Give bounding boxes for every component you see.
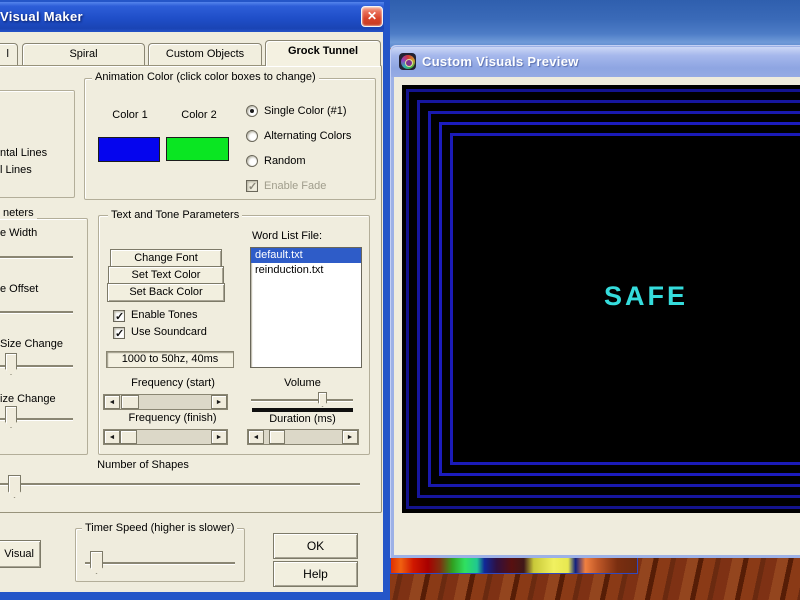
enable-tones-label: Enable Tones	[131, 309, 198, 321]
line-width-slider[interactable]	[0, 256, 73, 258]
enable-fade-checkbox	[246, 180, 258, 193]
radio-random-label: Random	[264, 155, 306, 167]
parameters-group-title: neters	[0, 207, 37, 219]
frequency-finish-thumb[interactable]	[120, 430, 137, 444]
frequency-finish-scrollbar[interactable]: ◄ ►	[103, 429, 228, 445]
scroll-left-icon[interactable]: ◄	[104, 430, 120, 444]
close-icon: ✕	[366, 9, 378, 23]
dialog-titlebar[interactable]: Visual Maker	[0, 2, 384, 32]
duration-scrollbar[interactable]: ◄ ►	[247, 429, 359, 445]
frequency-start-thumb[interactable]	[121, 395, 139, 409]
size-change2-label: ize Change	[0, 393, 56, 405]
flashed-word: SAFE	[604, 281, 689, 311]
ok-button[interactable]: OK	[273, 533, 358, 559]
duration-label: Duration (ms)	[269, 413, 336, 425]
tab-spiral[interactable]: Spiral	[22, 43, 145, 65]
frequency-start-label: Frequency (start)	[131, 377, 215, 389]
frequency-finish-label: Frequency (finish)	[128, 412, 217, 424]
visual-button[interactable]: Visual	[0, 540, 41, 568]
animation-color-group-title: Animation Color (click color boxes to ch…	[92, 71, 319, 83]
lines-groupbox	[0, 90, 75, 198]
close-button[interactable]: ✕	[361, 6, 383, 27]
number-of-shapes-label: Number of Shapes	[97, 459, 189, 471]
tab-custom-objects[interactable]: Custom Objects	[148, 43, 262, 65]
frequency-start-scrollbar[interactable]: ◄ ►	[103, 394, 228, 410]
rainbow-strip	[390, 557, 638, 574]
enable-fade-label: Enable Fade	[264, 180, 327, 192]
radio-random[interactable]	[246, 155, 258, 167]
tab-grock-tunnel[interactable]: Grock Tunnel	[265, 40, 381, 66]
color1-label: Color 1	[112, 109, 148, 121]
tab-cutoff[interactable]: l	[0, 43, 18, 65]
radio-single-color[interactable]	[246, 105, 258, 117]
help-button[interactable]: Help	[273, 561, 358, 587]
color2-swatch[interactable]	[166, 137, 229, 161]
timer-speed-slider[interactable]	[85, 562, 235, 564]
tone-summary-display: 1000 to 50hz, 40ms	[106, 351, 234, 368]
line-width-label: e Width	[0, 227, 38, 239]
line-offset-label: e Offset	[0, 283, 39, 295]
volume-label: Volume	[284, 377, 321, 389]
preview-canvas: SAFE	[402, 85, 800, 513]
list-item-default[interactable]: default.txt	[251, 248, 361, 263]
word-list-file-label: Word List File:	[252, 230, 323, 242]
scroll-right-icon[interactable]: ►	[211, 395, 227, 409]
dialog-title: Visual Maker	[0, 9, 83, 24]
use-soundcard-checkbox[interactable]	[113, 327, 125, 340]
list-item-reinduction[interactable]: reinduction.txt	[251, 263, 361, 278]
spiral-icon	[399, 53, 416, 70]
preview-titlebar[interactable]: Custom Visuals Preview	[391, 47, 800, 77]
color2-label: Color 2	[181, 109, 217, 121]
volume-underline	[252, 408, 353, 412]
scroll-right-icon[interactable]: ►	[342, 430, 358, 444]
scroll-left-icon[interactable]: ◄	[248, 430, 264, 444]
radio-single-color-label: Single Color (#1)	[264, 105, 347, 117]
text-tone-group-title: Text and Tone Parameters	[108, 209, 243, 221]
horizontal-lines-label: ntal Lines	[0, 147, 48, 159]
size-change-label: Size Change	[0, 338, 63, 350]
volume-slider[interactable]	[251, 399, 353, 401]
radio-alternating-colors-label: Alternating Colors	[264, 130, 352, 142]
use-soundcard-label: Use Soundcard	[131, 326, 207, 338]
duration-thumb[interactable]	[269, 430, 285, 444]
scroll-left-icon[interactable]: ◄	[104, 395, 120, 409]
set-back-color-button[interactable]: Set Back Color	[107, 283, 225, 302]
scroll-right-icon[interactable]: ►	[211, 430, 227, 444]
screen: Custom Visuals Preview SAFE Visual Maker…	[0, 0, 800, 600]
background-window-area	[390, 0, 800, 48]
timer-speed-group-title: Timer Speed (higher is slower)	[82, 522, 238, 534]
number-of-shapes-slider[interactable]	[0, 483, 360, 485]
word-list-listbox[interactable]: default.txt reinduction.txt	[250, 247, 362, 368]
enable-tones-checkbox[interactable]	[113, 310, 125, 323]
color1-swatch[interactable]	[98, 137, 160, 162]
line-offset-slider[interactable]	[0, 311, 73, 313]
preview-window-title: Custom Visuals Preview	[422, 54, 579, 69]
radio-alternating-colors[interactable]	[246, 130, 258, 142]
vertical-lines-label: l Lines	[0, 164, 32, 176]
